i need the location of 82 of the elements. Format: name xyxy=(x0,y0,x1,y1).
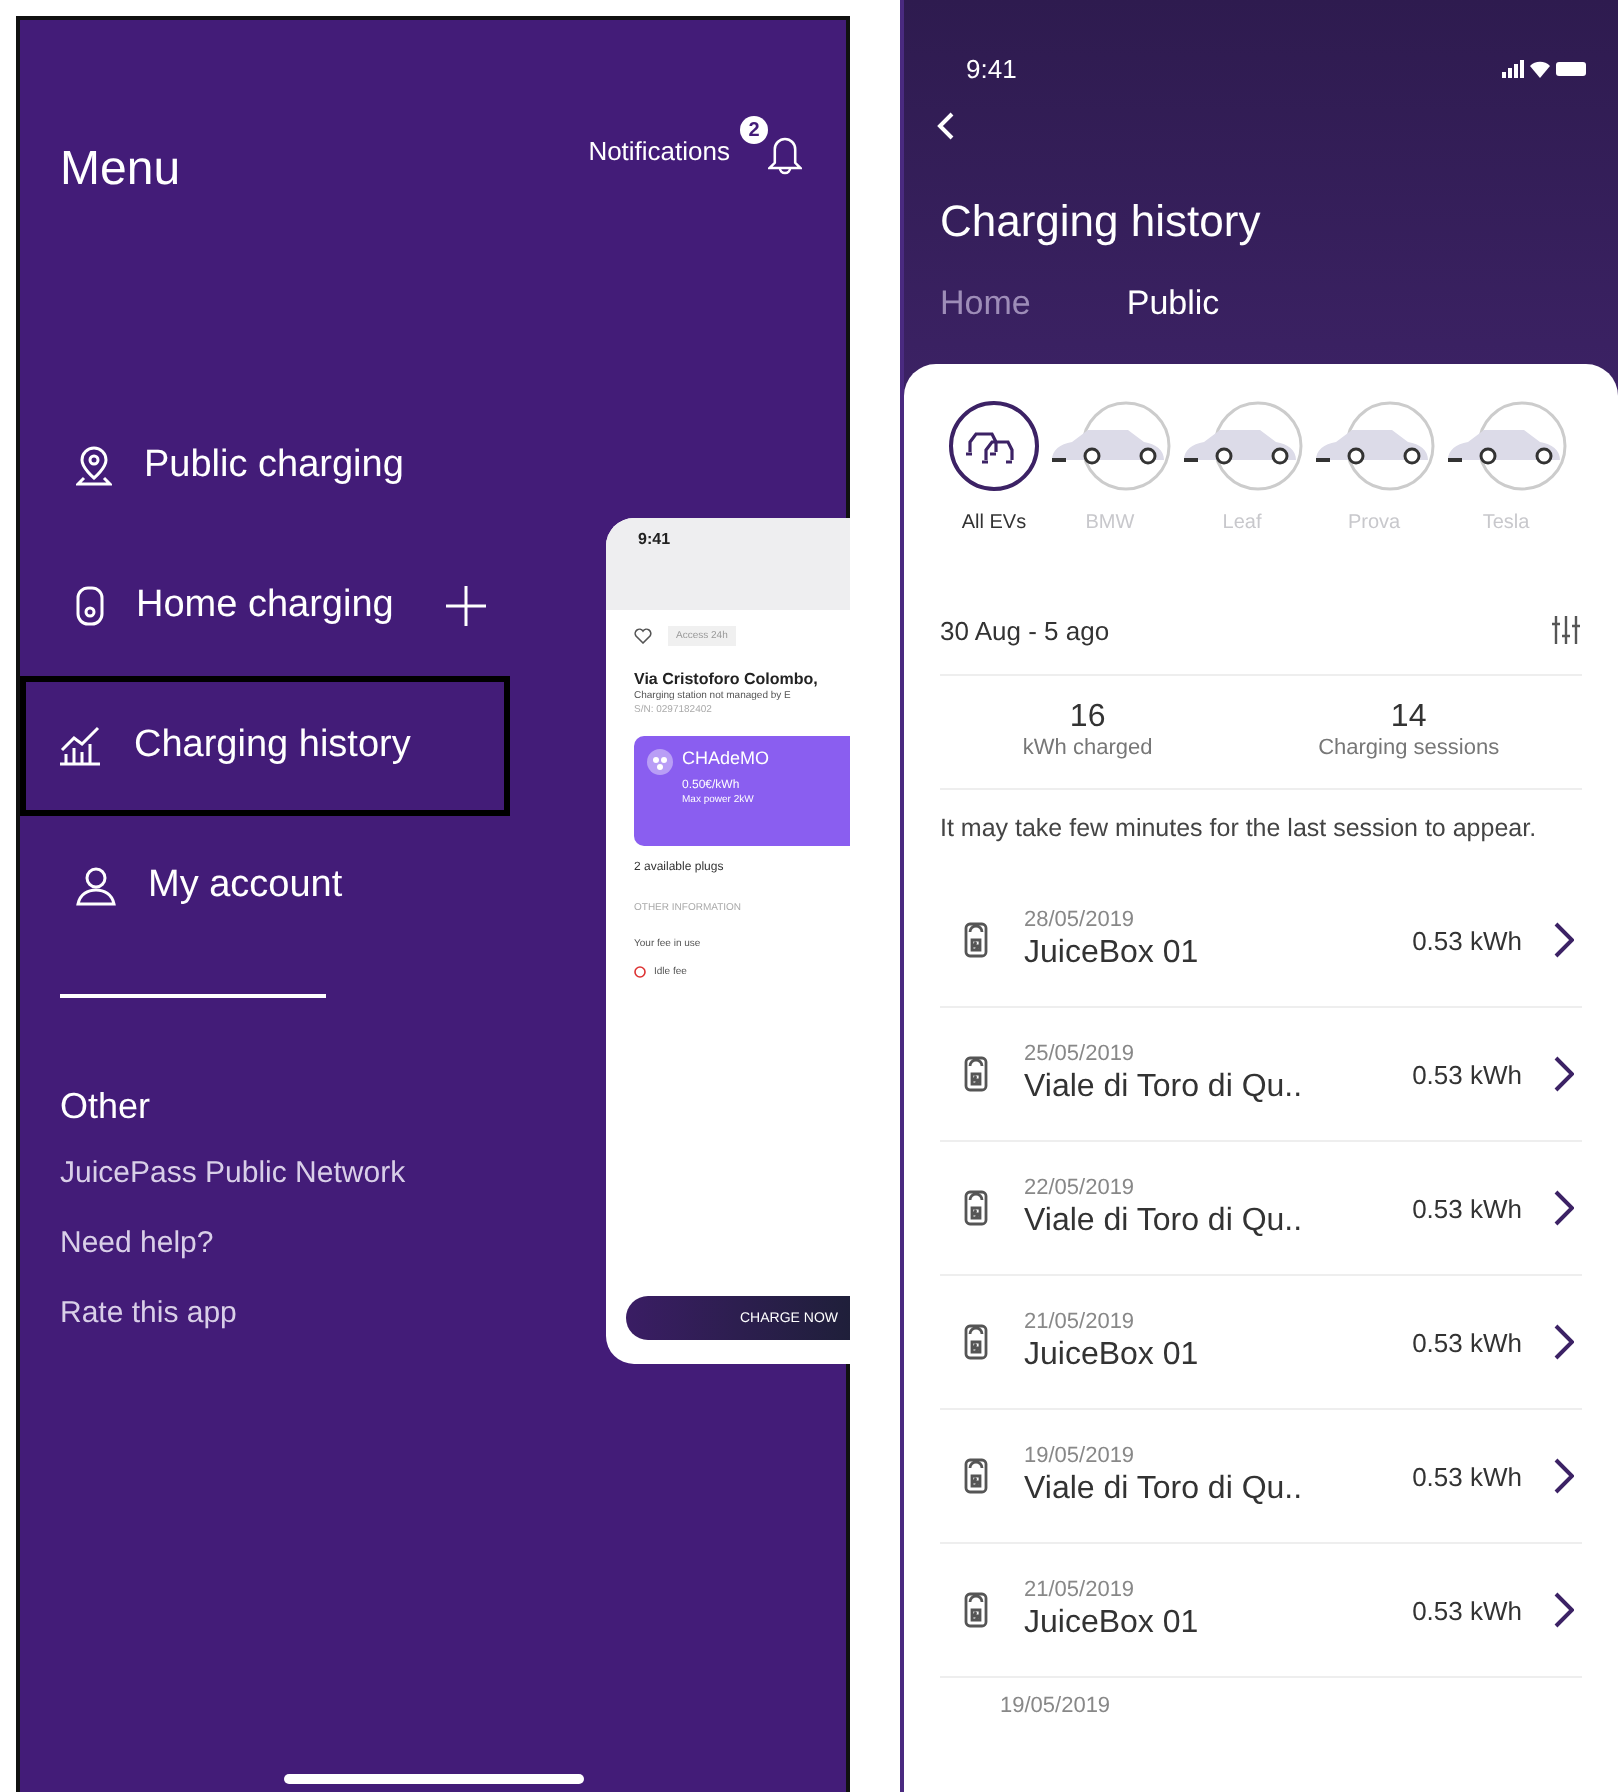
menu-link[interactable]: JuicePass Public Network xyxy=(60,1156,406,1198)
charger-icon xyxy=(964,1592,988,1628)
chevron-right-icon xyxy=(1554,1190,1574,1226)
session-date: 21/05/2019 xyxy=(1024,1310,1137,1334)
menu-item-label: Public charging xyxy=(144,444,404,488)
menu-item[interactable]: Charging history xyxy=(20,676,510,816)
session-row[interactable]: 19/05/2019 Viale di Toro di Qu.. 0.53 kWh xyxy=(940,1410,1582,1544)
session-row[interactable]: 25/05/2019 Viale di Toro di Qu.. 0.53 kWh xyxy=(940,1008,1582,1142)
info-icon xyxy=(634,966,646,978)
charger-icon xyxy=(964,1190,988,1226)
menu-item-label: Home charging xyxy=(136,584,394,628)
menu-title: Menu xyxy=(60,140,181,200)
session-row[interactable]: 21/05/2019 JuiceBox 01 0.53 kWh xyxy=(940,1544,1582,1678)
session-energy: 0.53 kWh xyxy=(1412,1327,1522,1357)
session-row[interactable]: 28/05/2019 JuiceBox 01 0.53 kWh xyxy=(940,874,1582,1008)
session-row[interactable]: 21/05/2019 JuiceBox 01 0.53 kWh xyxy=(940,1276,1582,1410)
filter-icon[interactable] xyxy=(1550,614,1582,646)
menu-item[interactable]: Home charging xyxy=(20,536,486,676)
location-pin-icon xyxy=(76,446,112,486)
tab[interactable]: Home xyxy=(940,284,1031,324)
status-time: 9:41 xyxy=(966,53,1017,83)
station-title: Via Cristoforo Colombo, xyxy=(632,668,820,688)
stat-value: 16 xyxy=(1069,700,1106,736)
session-name: JuiceBox 01 xyxy=(1024,936,1201,972)
chevron-right-icon xyxy=(1554,1324,1574,1360)
session-energy: 0.53 kWh xyxy=(1412,1461,1522,1491)
menu-link[interactable]: Rate this app xyxy=(60,1296,237,1338)
plus-icon[interactable] xyxy=(445,586,486,626)
menu-link[interactable]: Need help? xyxy=(60,1226,214,1268)
menu-item-label: Charging history xyxy=(134,724,411,768)
charger-icon xyxy=(964,922,988,958)
chevron-right-icon xyxy=(1554,1458,1574,1494)
bell-icon[interactable] xyxy=(768,136,802,176)
session-row[interactable]: 22/05/2019 Viale di Toro di Qu.. 0.53 kWh xyxy=(940,1142,1582,1276)
car-icon xyxy=(1048,400,1172,492)
charger-icon xyxy=(76,586,104,626)
stat-label: Charging sessions xyxy=(1318,736,1500,760)
chart-icon xyxy=(58,726,102,766)
ev-filter[interactable]: All EVs xyxy=(948,400,1040,534)
session-date: 19/05/2019 xyxy=(1000,1694,1113,1718)
plug-icon xyxy=(646,748,674,776)
date-range[interactable]: 30 Aug - 5 ago xyxy=(940,615,1110,645)
charger-icon xyxy=(964,1324,988,1360)
tab[interactable]: Public xyxy=(1126,284,1220,324)
section-title: Other xyxy=(60,1086,153,1128)
session-name: Viale di Toro di Qu.. xyxy=(1024,1472,1305,1508)
menu-item[interactable]: My account xyxy=(20,816,343,956)
session-date: 19/05/2019 xyxy=(1024,1444,1137,1468)
session-name: Viale di Toro di Qu.. xyxy=(1024,1204,1305,1240)
notification-badge: 2 xyxy=(740,116,768,144)
status-icons xyxy=(1502,57,1590,79)
session-name: JuiceBox 01 xyxy=(1024,1606,1201,1642)
session-date: 21/05/2019 xyxy=(1024,1578,1137,1602)
car-icon xyxy=(1312,400,1436,492)
charger-icon xyxy=(964,1056,988,1092)
menu-item[interactable]: Public charging xyxy=(20,396,404,536)
session-energy: 0.53 kWh xyxy=(1412,925,1522,955)
session-date: 22/05/2019 xyxy=(1024,1176,1137,1200)
screen-title: Charging history xyxy=(940,196,1263,248)
heart-icon xyxy=(634,628,652,644)
session-date: 28/05/2019 xyxy=(1024,908,1137,932)
plug-name: CHAdeMO xyxy=(682,748,770,768)
person-icon xyxy=(76,866,116,906)
session-energy: 0.53 kWh xyxy=(1412,1595,1522,1625)
menu-item-label: My account xyxy=(148,864,343,908)
cars-icon xyxy=(948,400,1040,492)
chevron-right-icon xyxy=(1554,922,1574,958)
chevron-right-icon xyxy=(1554,1592,1574,1628)
session-name: JuiceBox 01 xyxy=(1024,1338,1201,1374)
car-icon xyxy=(1444,400,1568,492)
notifications-label[interactable]: Notifications xyxy=(588,135,730,165)
session-energy: 0.53 kWh xyxy=(1412,1193,1522,1223)
chevron-right-icon xyxy=(1554,1056,1574,1092)
session-name: Viale di Toro di Qu.. xyxy=(1024,1070,1305,1106)
status-time: 9:41 xyxy=(638,530,671,548)
stat-label: kWh charged xyxy=(1022,736,1153,760)
session-date: 25/05/2019 xyxy=(1024,1042,1137,1066)
info-note: It may take few minutes for the last session to appear. xyxy=(940,814,1539,842)
stat-value: 14 xyxy=(1390,700,1427,736)
car-icon xyxy=(1180,400,1304,492)
charger-icon xyxy=(964,1458,988,1494)
session-energy: 0.53 kWh xyxy=(1412,1059,1522,1089)
